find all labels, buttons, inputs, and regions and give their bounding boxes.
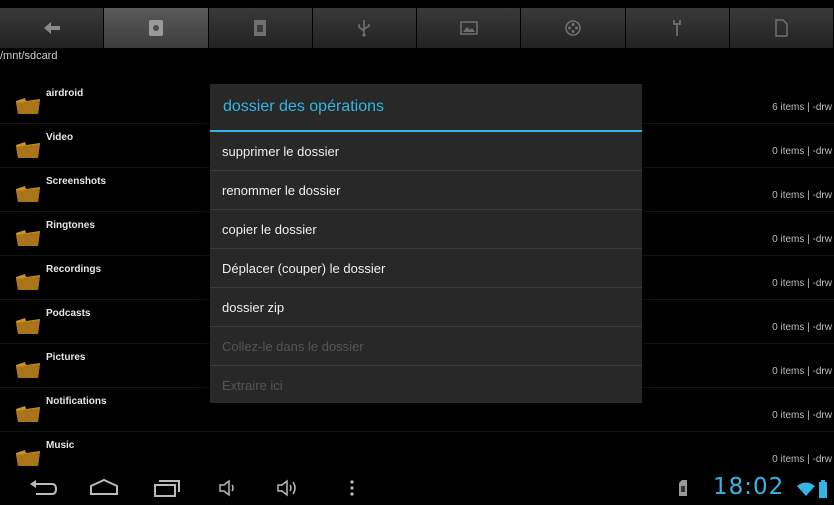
menu-item-extract-here: Extraire ici	[222, 378, 283, 393]
usb-button[interactable]	[312, 8, 417, 48]
tools-icon	[673, 20, 682, 36]
folder-operations-dialog: dossier des opérations supprimer le doss…	[210, 84, 642, 403]
folder-icon	[16, 362, 40, 378]
sim-card-icon	[254, 20, 267, 36]
folder-name: Podcasts	[46, 308, 91, 319]
folder-name: Pictures	[46, 352, 86, 363]
status-clock: 18:02	[713, 474, 785, 500]
wifi-icon	[797, 482, 815, 496]
document-button[interactable]	[729, 8, 834, 48]
tools-button[interactable]	[625, 8, 730, 48]
folder-name: Screenshots	[46, 176, 107, 187]
image-icon	[459, 21, 478, 35]
folder-info: 0 items | -drw	[772, 146, 832, 157]
folder-name: Recordings	[46, 264, 102, 275]
folder-info: 0 items | -drw	[772, 366, 832, 377]
folder-icon	[16, 274, 40, 290]
folder-info: 0 items | -drw	[772, 234, 832, 245]
menu-item-rename-folder[interactable]: renommer le dossier	[210, 171, 642, 210]
document-icon	[775, 19, 789, 37]
folder-icon	[16, 450, 40, 466]
sim-card-button[interactable]	[208, 8, 313, 48]
folder-icon	[16, 98, 40, 114]
film-reel-button[interactable]	[521, 8, 626, 48]
folder-icon	[16, 406, 40, 422]
folder-name: airdroid	[46, 88, 84, 99]
sdcard-icon	[148, 20, 163, 36]
menu-item-move-folder[interactable]: Déplacer (couper) le dossier	[210, 249, 642, 288]
nav-back-icon[interactable]	[28, 478, 58, 498]
image-button[interactable]	[417, 8, 522, 48]
system-bar: 18:02	[0, 470, 834, 505]
volume-up-icon[interactable]	[276, 478, 302, 498]
folder-icon	[16, 230, 40, 246]
folder-name: Notifications	[46, 396, 107, 407]
nav-recent-apps-icon[interactable]	[152, 478, 182, 498]
folder-info: 0 items | -drw	[772, 410, 832, 421]
battery-icon	[819, 480, 827, 498]
usb-icon	[358, 20, 371, 37]
menu-item-delete-folder[interactable]: supprimer le dossier	[210, 132, 642, 171]
dialog-title: dossier des opérations	[210, 84, 642, 132]
top-toolbar	[0, 8, 834, 48]
back-button[interactable]	[0, 8, 105, 48]
folder-name: Ringtones	[46, 220, 95, 231]
folder-info: 0 items | -drw	[772, 454, 832, 465]
folder-info: 0 items | -drw	[772, 190, 832, 201]
volume-down-icon[interactable]	[218, 478, 240, 498]
nav-home-icon[interactable]	[88, 478, 120, 498]
menu-item-copy-folder[interactable]: copier le dossier	[210, 210, 642, 249]
current-path: /mnt/sdcard	[0, 50, 58, 62]
folder-name: Video	[46, 132, 74, 143]
menu-item-zip-folder[interactable]: dossier zip	[210, 288, 642, 327]
menu-dots-icon[interactable]	[348, 478, 356, 498]
sdcard-status-icon	[679, 480, 687, 496]
film-reel-icon	[565, 20, 581, 36]
menu-item-paste-folder: Collez-le dans le dossier	[210, 327, 642, 366]
folder-info: 0 items | -drw	[772, 322, 832, 333]
folder-name: Music	[46, 440, 75, 451]
back-arrow-icon	[43, 22, 60, 34]
folder-icon	[16, 142, 40, 158]
folder-icon	[16, 318, 40, 334]
folder-info: 6 items | -drw	[772, 102, 832, 113]
folder-icon	[16, 186, 40, 202]
folder-info: 0 items | -drw	[772, 278, 832, 289]
sdcard-button[interactable]	[104, 8, 209, 48]
